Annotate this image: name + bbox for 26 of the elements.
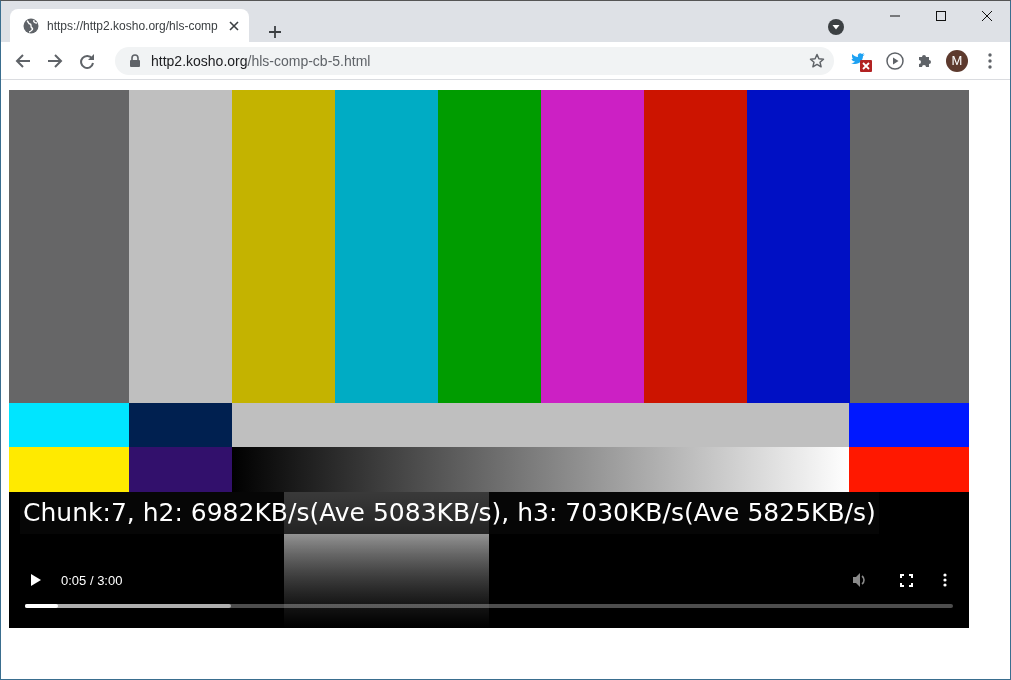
tab-title: https://http2.kosho.org/hls-comp <box>47 18 219 33</box>
play-icon[interactable] <box>29 573 43 587</box>
video-time: 0:05 / 3:00 <box>61 572 123 588</box>
tab-search-icon[interactable] <box>828 19 844 35</box>
puzzle-icon[interactable] <box>917 52 933 69</box>
lock-icon <box>130 54 140 67</box>
reload-icon[interactable] <box>79 52 95 69</box>
maximize-icon[interactable] <box>935 9 947 22</box>
url-text: http2.kosho.org/hls-comp-cb-5.html <box>151 52 371 69</box>
browser-tab[interactable]: https://http2.kosho.org/hls-comp <box>10 9 249 42</box>
profile-avatar[interactable]: M <box>946 49 968 72</box>
video-caption: Chunk:7, h2: 6982KB/s(Ave 5083KB/s), h3: 7030KB/s(Ave 5825KB/s) <box>20 492 879 534</box>
close-icon[interactable] <box>981 9 993 22</box>
forward-icon[interactable] <box>47 52 63 69</box>
seek-bar[interactable] <box>25 604 953 608</box>
play-circle-icon[interactable] <box>886 51 904 70</box>
more-options-icon[interactable] <box>943 573 947 587</box>
globe-icon <box>23 17 39 34</box>
close-tab-icon[interactable] <box>229 20 239 31</box>
plus-icon[interactable] <box>268 25 282 39</box>
volume-icon[interactable] <box>852 572 868 588</box>
fullscreen-icon[interactable] <box>900 573 913 587</box>
menu-icon[interactable] <box>988 52 992 69</box>
address-bar[interactable]: http2.kosho.org/hls-comp-cb-5.html <box>115 46 834 75</box>
star-icon[interactable] <box>809 52 825 69</box>
back-icon[interactable] <box>15 52 31 69</box>
